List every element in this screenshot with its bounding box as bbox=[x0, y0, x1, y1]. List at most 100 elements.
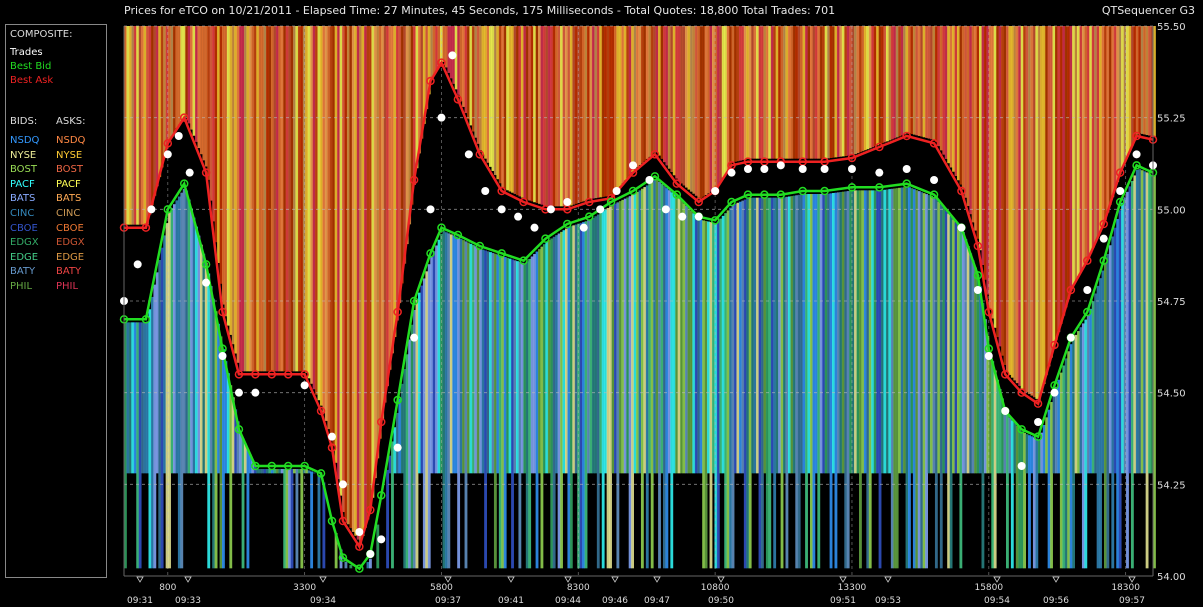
ask-depth-band bbox=[386, 26, 389, 387]
bid-depth-band bbox=[1096, 285, 1100, 569]
bid-depth-band bbox=[881, 190, 884, 474]
bid-depth-band bbox=[790, 196, 794, 474]
ask-depth-band bbox=[792, 26, 796, 159]
bid-depth-band bbox=[486, 251, 490, 474]
bid-depth-band bbox=[653, 180, 657, 474]
ask-depth-band bbox=[746, 26, 750, 160]
ask-depth-band bbox=[501, 26, 505, 188]
x-tick-time-label: 09:31 bbox=[127, 596, 153, 606]
bid-depth-band bbox=[246, 449, 250, 569]
bid-depth-band bbox=[405, 354, 409, 569]
y-tick-label: 55.00 bbox=[1157, 205, 1186, 216]
bid-depth-band bbox=[587, 220, 590, 474]
bid-depth-band bbox=[765, 197, 769, 569]
ask-depth-band bbox=[861, 26, 865, 152]
ask-depth-band bbox=[376, 26, 380, 459]
ask-depth-band bbox=[533, 26, 536, 203]
ask-depth-band bbox=[1104, 26, 1107, 221]
ask-depth-band bbox=[1067, 26, 1071, 300]
bid-depth-band bbox=[1104, 262, 1107, 569]
bid-depth-band bbox=[344, 561, 348, 569]
bid-depth-band bbox=[491, 252, 495, 474]
ask-depth-band bbox=[1113, 26, 1117, 190]
ask-depth-band bbox=[334, 26, 338, 463]
trade-point bbox=[1066, 333, 1075, 342]
ask-depth-band bbox=[405, 26, 409, 245]
bid-depth-band bbox=[810, 194, 813, 569]
bid-depth-band bbox=[778, 197, 781, 474]
bid-depth-band bbox=[582, 222, 585, 569]
ask-depth-band bbox=[927, 26, 931, 139]
ask-depth-band bbox=[413, 26, 416, 185]
ask-depth-band bbox=[550, 26, 554, 207]
bid-depth-band bbox=[1077, 331, 1080, 474]
bid-depth-band bbox=[763, 197, 767, 474]
ask-depth-band bbox=[626, 26, 630, 178]
bid-depth-band bbox=[1025, 434, 1029, 474]
ask-depth-band bbox=[814, 26, 818, 159]
ask-depth-band bbox=[574, 26, 578, 204]
bid-depth-band bbox=[660, 184, 664, 474]
ask-depth-band bbox=[173, 26, 176, 133]
x-time-marker bbox=[1128, 576, 1136, 583]
bid-depth-band bbox=[770, 197, 774, 474]
trade-point bbox=[530, 223, 539, 232]
ask-depth-band bbox=[908, 26, 911, 134]
ask-depth-band bbox=[226, 26, 230, 326]
bid-depth-band bbox=[709, 222, 713, 569]
ask-depth-band bbox=[942, 26, 946, 155]
ask-depth-band bbox=[667, 26, 671, 169]
ask-depth-band bbox=[915, 26, 919, 136]
ask-depth-band bbox=[256, 26, 260, 372]
ask-depth-band bbox=[721, 26, 725, 178]
bid-depth-band bbox=[435, 245, 438, 474]
bid-depth-band bbox=[574, 224, 578, 474]
bid-depth-band bbox=[932, 197, 936, 474]
price-chart: 55.50 55.25 55.00 54.75 54.50 54.25 54.00 800 33… bbox=[119, 22, 1186, 606]
ask-depth-band bbox=[636, 26, 639, 168]
bid-depth-band bbox=[959, 228, 963, 569]
bid-depth-band bbox=[618, 201, 622, 474]
bid-depth-band bbox=[430, 257, 434, 474]
ask-depth-band bbox=[903, 26, 906, 135]
ask-depth-band bbox=[246, 26, 250, 372]
bid-depth-band bbox=[631, 194, 634, 569]
y-tick-label: 54.00 bbox=[1157, 572, 1186, 583]
ask-depth-band bbox=[981, 26, 985, 265]
ask-depth-band bbox=[974, 26, 977, 231]
trade-point bbox=[464, 150, 473, 159]
bid-depth-band bbox=[609, 206, 612, 569]
ask-depth-band bbox=[324, 26, 328, 421]
ask-depth-band bbox=[373, 26, 377, 479]
ask-depth-band bbox=[584, 26, 588, 201]
bid-depth-band bbox=[979, 286, 982, 474]
bid-depth-band bbox=[560, 231, 563, 569]
ask-depth-band bbox=[614, 26, 617, 192]
x-tick-time-label: 09:34 bbox=[310, 596, 336, 606]
bid-depth-band bbox=[459, 238, 463, 474]
ask-depth-band bbox=[736, 26, 740, 162]
bid-depth-band bbox=[418, 292, 421, 474]
bid-depth-band bbox=[983, 319, 987, 474]
bid-depth-band bbox=[724, 213, 728, 569]
x-tick-time-label: 09:44 bbox=[555, 596, 581, 606]
x-time-marker bbox=[653, 576, 661, 583]
bid-depth-band bbox=[128, 322, 132, 474]
bid-depth-band bbox=[1047, 409, 1051, 569]
trade-point bbox=[497, 205, 506, 214]
ask-depth-band bbox=[618, 26, 622, 187]
bid-depth-band bbox=[589, 219, 593, 474]
ask-depth-band bbox=[724, 26, 728, 174]
bid-depth-band bbox=[925, 194, 928, 569]
ask-depth-band bbox=[525, 26, 529, 200]
ask-depth-band bbox=[1089, 26, 1093, 254]
bid-depth-band bbox=[663, 186, 666, 569]
ask-depth-band bbox=[138, 26, 142, 225]
ask-depth-band bbox=[1052, 26, 1056, 349]
ask-depth-band bbox=[236, 26, 240, 363]
bid-depth-band bbox=[444, 232, 448, 569]
bid-depth-band bbox=[648, 183, 652, 474]
bid-depth-band bbox=[550, 238, 554, 569]
ask-depth-band bbox=[1096, 26, 1100, 237]
bid-depth-band bbox=[878, 190, 882, 569]
